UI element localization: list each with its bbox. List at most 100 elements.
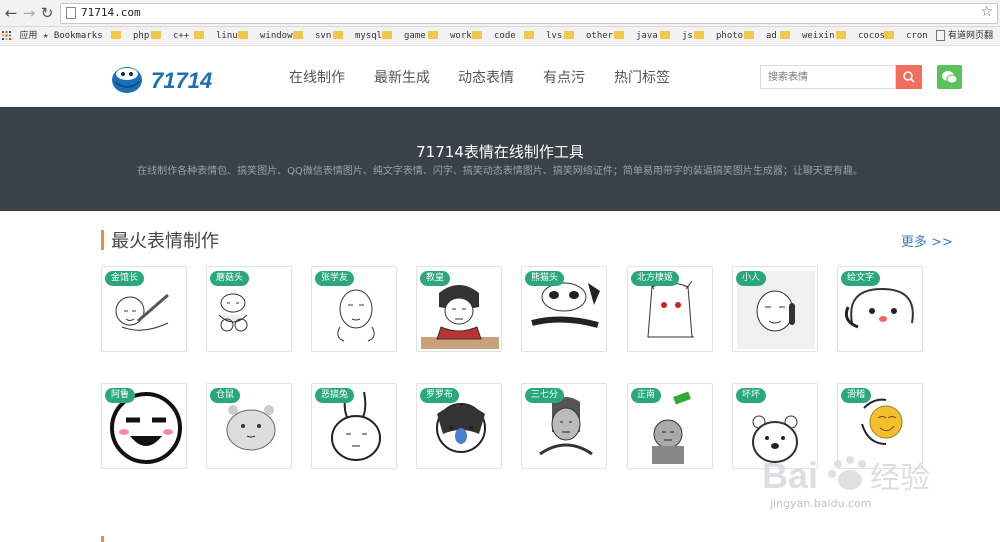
apps-grid-icon <box>2 31 11 40</box>
folder-icon <box>884 30 894 39</box>
site-header: 71714 在线制作 最新生成 动态表情 有点污 热门标签 <box>0 46 1000 107</box>
meme-card[interactable]: 正南 <box>627 383 713 469</box>
svg-text:经验: 经验 <box>870 461 930 496</box>
more-link[interactable]: 更多 >> <box>901 231 953 250</box>
meme-card[interactable]: 教皇 <box>416 266 502 352</box>
folder-icon <box>111 30 121 39</box>
page-icon <box>66 7 76 19</box>
folder-icon <box>238 30 248 39</box>
bookmark-page[interactable]: 有道网页翻 <box>936 29 993 43</box>
bookmark-folder[interactable]: other <box>564 29 613 43</box>
bookmark-folder[interactable]: window <box>238 29 293 43</box>
bookmark-folder[interactable]: game <box>382 29 426 43</box>
search-input[interactable] <box>760 65 896 89</box>
meme-tag: 仓鼠 <box>210 388 241 403</box>
address-bar[interactable]: 71714.com ☆ <box>60 3 998 24</box>
meme-tag: 金馆长 <box>105 271 145 286</box>
meme-card[interactable]: 绘文字 <box>837 266 923 352</box>
bookmark-folder[interactable]: cron <box>884 29 928 43</box>
folder-icon <box>293 30 303 39</box>
meme-tag: 坏坏 <box>736 388 767 403</box>
meme-tag: 绘文字 <box>841 271 881 286</box>
bookmark-folder[interactable]: c++ <box>151 29 189 43</box>
meme-tag: 北方棲姬 <box>631 271 680 286</box>
page-icon <box>936 30 945 41</box>
site-logo[interactable]: 71714 <box>111 62 219 94</box>
svg-text:71714: 71714 <box>151 68 212 93</box>
bookmark-folder[interactable]: ad <box>744 29 777 43</box>
meme-tag: 小人 <box>736 271 767 286</box>
bookmark-folder[interactable]: php <box>111 29 149 43</box>
bookmark-star-icon[interactable]: ☆ <box>980 4 993 20</box>
meme-card[interactable]: 三七分 <box>521 383 607 469</box>
star-icon: ★ <box>43 31 49 41</box>
nav-animated[interactable]: 动态表情 <box>458 67 514 87</box>
folder-icon <box>333 30 343 39</box>
folder-icon <box>614 30 624 39</box>
section-accent-bar <box>101 230 104 250</box>
bookmark-folder[interactable]: mysql <box>333 29 382 43</box>
banner-subtitle: 在线制作各种表情包、搞笑图片、QQ微信表情图片、纯文字表情、闪字、搞笑动态表情图… <box>137 166 863 177</box>
meme-tag: 三七分 <box>525 388 565 403</box>
meme-tag: 教皇 <box>420 271 451 286</box>
bookmark-folder[interactable]: svn <box>293 29 331 43</box>
forward-icon[interactable]: → <box>20 4 38 22</box>
bookmark-bookmarks[interactable]: ★ Bookmarks <box>43 29 103 43</box>
meme-tag: 滑稽 <box>841 388 872 403</box>
next-section-accent-bar <box>101 536 104 542</box>
nav-naughty[interactable]: 有点污 <box>543 67 585 87</box>
section-title: 最火表情制作 <box>111 231 219 252</box>
nav-hot-tags[interactable]: 热门标签 <box>614 67 670 87</box>
folder-icon <box>836 30 846 39</box>
meme-card[interactable]: 金馆长 <box>101 266 187 352</box>
meme-card[interactable]: 熊猫头 <box>521 266 607 352</box>
watermark-url: jingyan.baidu.com <box>770 497 872 510</box>
folder-icon <box>151 30 161 39</box>
bookmark-folder[interactable]: cocos <box>836 29 885 43</box>
bookmarks-bar: 应用 ★ Bookmarks php c++ linux window svn … <box>0 27 1000 46</box>
folder-icon <box>428 30 438 39</box>
browser-toolbar: ← → ↻ 71714.com ☆ <box>0 0 1000 27</box>
bookmark-apps[interactable]: 应用 <box>2 29 37 43</box>
bookmark-folder[interactable]: lvs <box>524 29 562 43</box>
meme-card[interactable]: 小人 <box>732 266 818 352</box>
meme-tag: 蘑菇头 <box>210 271 250 286</box>
bookmark-folder[interactable]: photo <box>694 29 743 43</box>
bookmark-folder[interactable]: js <box>660 29 693 43</box>
back-icon[interactable]: ← <box>2 4 20 22</box>
nav-online-make[interactable]: 在线制作 <box>289 67 345 87</box>
folder-icon <box>780 30 790 39</box>
meme-card[interactable]: 蘑菇头 <box>206 266 292 352</box>
meme-tag: 正南 <box>631 388 662 403</box>
folder-icon <box>472 30 482 39</box>
meme-card[interactable]: 北方棲姬 <box>627 266 713 352</box>
bookmark-folder[interactable]: linux <box>194 29 243 43</box>
svg-text:Bai: Bai <box>762 455 818 496</box>
folder-icon <box>564 30 574 39</box>
meme-card[interactable]: 罗罗布 <box>416 383 502 469</box>
meme-tag: 熊猫头 <box>525 271 565 286</box>
search-button[interactable] <box>896 65 922 89</box>
folder-icon <box>660 30 670 39</box>
folder-icon <box>744 30 754 39</box>
wechat-icon <box>942 71 958 84</box>
baidu-watermark-logo: Bai 经验 <box>762 455 930 496</box>
folder-icon <box>382 30 392 39</box>
meme-card[interactable]: 阿鲁 <box>101 383 187 469</box>
bookmark-folder[interactable]: weixin <box>780 29 835 43</box>
search-icon <box>903 71 915 83</box>
meme-card[interactable]: 张学友 <box>311 266 397 352</box>
meme-tag: 阿鲁 <box>105 388 136 403</box>
url-text: 71714.com <box>81 6 141 19</box>
bookmark-folder[interactable]: work <box>428 29 472 43</box>
meme-tag: 恶搞兔 <box>315 388 355 403</box>
banner-title: 71714表情在线制作工具 <box>416 143 584 161</box>
nav-latest[interactable]: 最新生成 <box>374 67 430 87</box>
folder-icon <box>194 30 204 39</box>
bookmark-folder[interactable]: code <box>472 29 516 43</box>
reload-icon[interactable]: ↻ <box>38 4 56 22</box>
meme-card[interactable]: 恶搞兔 <box>311 383 397 469</box>
wechat-button[interactable] <box>937 65 962 89</box>
bookmark-folder[interactable]: java <box>614 29 658 43</box>
meme-card[interactable]: 仓鼠 <box>206 383 292 469</box>
